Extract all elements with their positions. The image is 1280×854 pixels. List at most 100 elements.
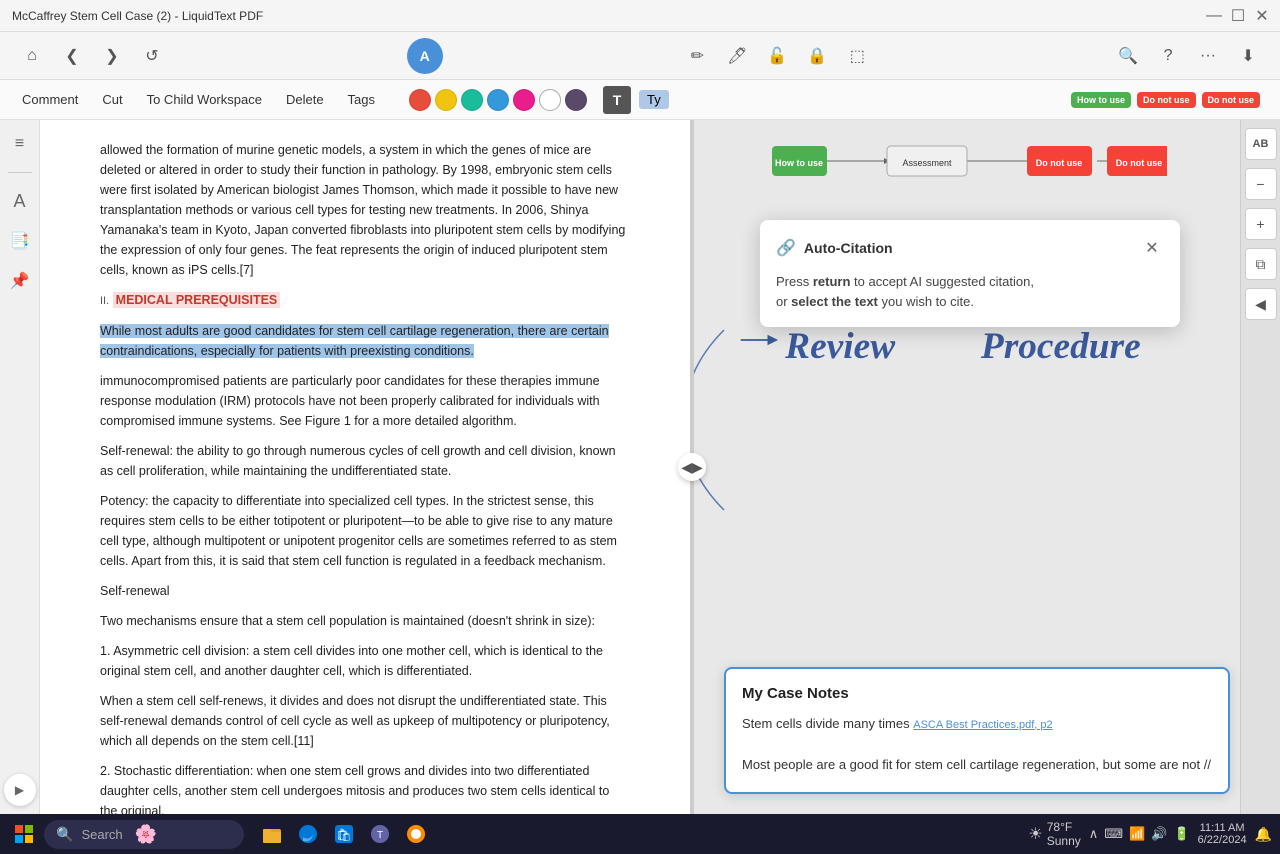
lock-open-button[interactable]: 🔓 (761, 40, 793, 72)
svg-text:Do not use: Do not use (1116, 158, 1163, 168)
sidebar-collapse-icon[interactable]: ≡ (4, 128, 36, 160)
sidebar-annotate-icon[interactable]: 📌 (4, 265, 36, 297)
window-title: McCaffrey Stem Cell Case (2) - LiquidTex… (12, 9, 263, 23)
temperature: 78°F (1047, 820, 1081, 834)
help-button[interactable]: ? (1152, 40, 1184, 72)
doc-para-8: When a stem cell self-renews, it divides… (100, 691, 630, 751)
right-panel: How to use Assessment Do not use Do not … (694, 120, 1280, 814)
color-teal[interactable] (461, 89, 483, 111)
citation-icon: 🔗 (776, 238, 796, 258)
delete-button[interactable]: Delete (276, 88, 334, 111)
title-bar: McCaffrey Stem Cell Case (2) - LiquidTex… (0, 0, 1280, 32)
doc-para-1: allowed the formation of murine genetic … (100, 140, 630, 280)
main-area: ≡ A 📑 📌 ▶ allowed the formation of murin… (0, 120, 1280, 814)
document-area[interactable]: allowed the formation of murine genetic … (40, 120, 690, 814)
doc-heading-1: II. MEDICAL PREREQUISITES (100, 290, 630, 311)
taskbar-search-text: Search (81, 827, 122, 842)
right-sidebar-collapse-icon[interactable]: ◀ (1245, 288, 1277, 320)
svg-text:Do not use: Do not use (1036, 158, 1083, 168)
pen-tool-button[interactable]: ✏ (681, 40, 713, 72)
tray-up-arrow[interactable]: ∧ (1089, 826, 1099, 842)
weather-display: ☀ 78°F Sunny (1028, 820, 1080, 848)
right-sidebar-copy-icon[interactable]: ⧉ (1245, 248, 1277, 280)
return-bold: return (813, 274, 851, 289)
profile-button[interactable]: A (407, 38, 443, 74)
taskbar-app5[interactable] (400, 818, 432, 850)
clock-time: 11:11 AM (1198, 822, 1247, 834)
text-format-button[interactable]: T (603, 86, 631, 114)
case-notes-panel[interactable]: My Case Notes Stem cells divide many tim… (724, 667, 1230, 794)
maximize-button[interactable]: ☐ (1232, 10, 1244, 22)
right-sidebar: AB − + ⧉ ◀ (1240, 120, 1280, 814)
cut-button[interactable]: Cut (92, 88, 132, 111)
svg-text:🛍: 🛍 (336, 828, 351, 842)
taskbar-store[interactable]: 🛍 (328, 818, 360, 850)
selected-text: While most adults are good candidates fo… (100, 324, 609, 358)
close-button[interactable]: ✕ (1256, 10, 1268, 22)
color-red[interactable] (409, 89, 431, 111)
color-blue[interactable] (487, 89, 509, 111)
taskbar-file-explorer[interactable] (256, 818, 288, 850)
heading-highlight: MEDICAL PREREQUISITES (113, 292, 281, 308)
right-sidebar-ab-icon[interactable]: AB (1245, 128, 1277, 160)
popup-header: 🔗 Auto-Citation ✕ (776, 236, 1164, 260)
search-button[interactable]: 🔍 (1112, 40, 1144, 72)
sidebar-bookmark-icon[interactable]: 📑 (4, 225, 36, 257)
lock-button[interactable]: 🔒 (801, 40, 833, 72)
taskbar-apps: 🛍 T (256, 818, 432, 850)
auto-citation-popup: 🔗 Auto-Citation ✕ Press return to accept… (760, 220, 1180, 327)
case-notes-title: My Case Notes (742, 685, 1212, 702)
color-yellow[interactable] (435, 89, 457, 111)
doc-para-6: Two mechanisms ensure that a stem cell p… (100, 611, 630, 631)
color-pink[interactable] (513, 89, 535, 111)
tray-sound-icon[interactable]: 🔊 (1151, 826, 1167, 842)
toolbar: ⌂ ❮ ❯ ↺ A ✏ 🖊 🔓 🔒 ⬚ 🔍 ? ··· ⬇ (0, 32, 1280, 80)
left-sidebar: ≡ A 📑 📌 ▶ (0, 120, 40, 814)
doc-para-2: While most adults are good candidates fo… (100, 321, 630, 361)
start-button[interactable] (8, 818, 40, 850)
download-button[interactable]: ⬇ (1232, 40, 1264, 72)
case-notes-line1: Stem cells divide many times (742, 716, 910, 731)
popup-title-row: 🔗 Auto-Citation (776, 238, 893, 258)
taskbar-clock[interactable]: 11:11 AM 6/22/2024 (1198, 822, 1247, 846)
taskbar: 🔍 Search 🌸 🛍 T (0, 814, 1280, 854)
tray-keyboard-icon: ⌨ (1104, 826, 1123, 842)
clock-date: 6/22/2024 (1198, 834, 1247, 846)
more-button[interactable]: ··· (1192, 40, 1224, 72)
popup-close-button[interactable]: ✕ (1140, 236, 1164, 260)
undo-button[interactable]: ↺ (136, 40, 168, 72)
condition: Sunny (1047, 834, 1081, 848)
taskbar-chat[interactable]: T (364, 818, 396, 850)
case-notes-line2: Most people are a good fit for stem cell… (742, 757, 1211, 772)
to-child-workspace-button[interactable]: To Child Workspace (137, 88, 272, 111)
minimize-button[interactable]: — (1208, 10, 1220, 22)
panel-divider-arrow[interactable]: ◀▶ (678, 453, 706, 481)
tags-button[interactable]: Tags (338, 88, 385, 111)
right-sidebar-add-icon[interactable]: + (1245, 208, 1277, 240)
sidebar-expand-btn[interactable]: ▶ (4, 774, 36, 806)
doc-para-7: 1. Asymmetric cell division: a stem cell… (100, 641, 630, 681)
color-white[interactable] (539, 89, 561, 111)
taskbar-search[interactable]: 🔍 Search 🌸 (44, 820, 244, 849)
sidebar-divider-1 (8, 172, 32, 173)
sidebar-text-icon[interactable]: A (4, 185, 36, 217)
forward-button[interactable]: ❯ (96, 40, 128, 72)
citation-link-1[interactable]: ASCA Best Practices.pdf, p2 (913, 719, 1052, 731)
color-dark[interactable] (565, 89, 587, 111)
highlight-box[interactable]: Ty (639, 90, 669, 109)
notification-icon[interactable]: 🔔 (1255, 826, 1272, 843)
right-sidebar-zoom-out-icon[interactable]: − (1245, 168, 1277, 200)
shape-button[interactable]: ⬚ (841, 40, 873, 72)
comment-button[interactable]: Comment (12, 88, 88, 111)
doc-para-3: immunocompromised patients are particula… (100, 371, 630, 431)
document-text: allowed the formation of murine genetic … (100, 140, 630, 814)
home-button[interactable]: ⌂ (16, 40, 48, 72)
popup-title: Auto-Citation (804, 240, 893, 256)
highlight-tool-button[interactable]: 🖊 (721, 40, 753, 72)
back-button[interactable]: ❮ (56, 40, 88, 72)
tray-battery-icon: 🔋 (1173, 826, 1189, 842)
window-controls: — ☐ ✕ (1208, 10, 1268, 22)
taskbar-edge[interactable] (292, 818, 324, 850)
select-text-bold: select the text (791, 294, 878, 309)
tray-network-icon[interactable]: 📶 (1129, 826, 1145, 842)
